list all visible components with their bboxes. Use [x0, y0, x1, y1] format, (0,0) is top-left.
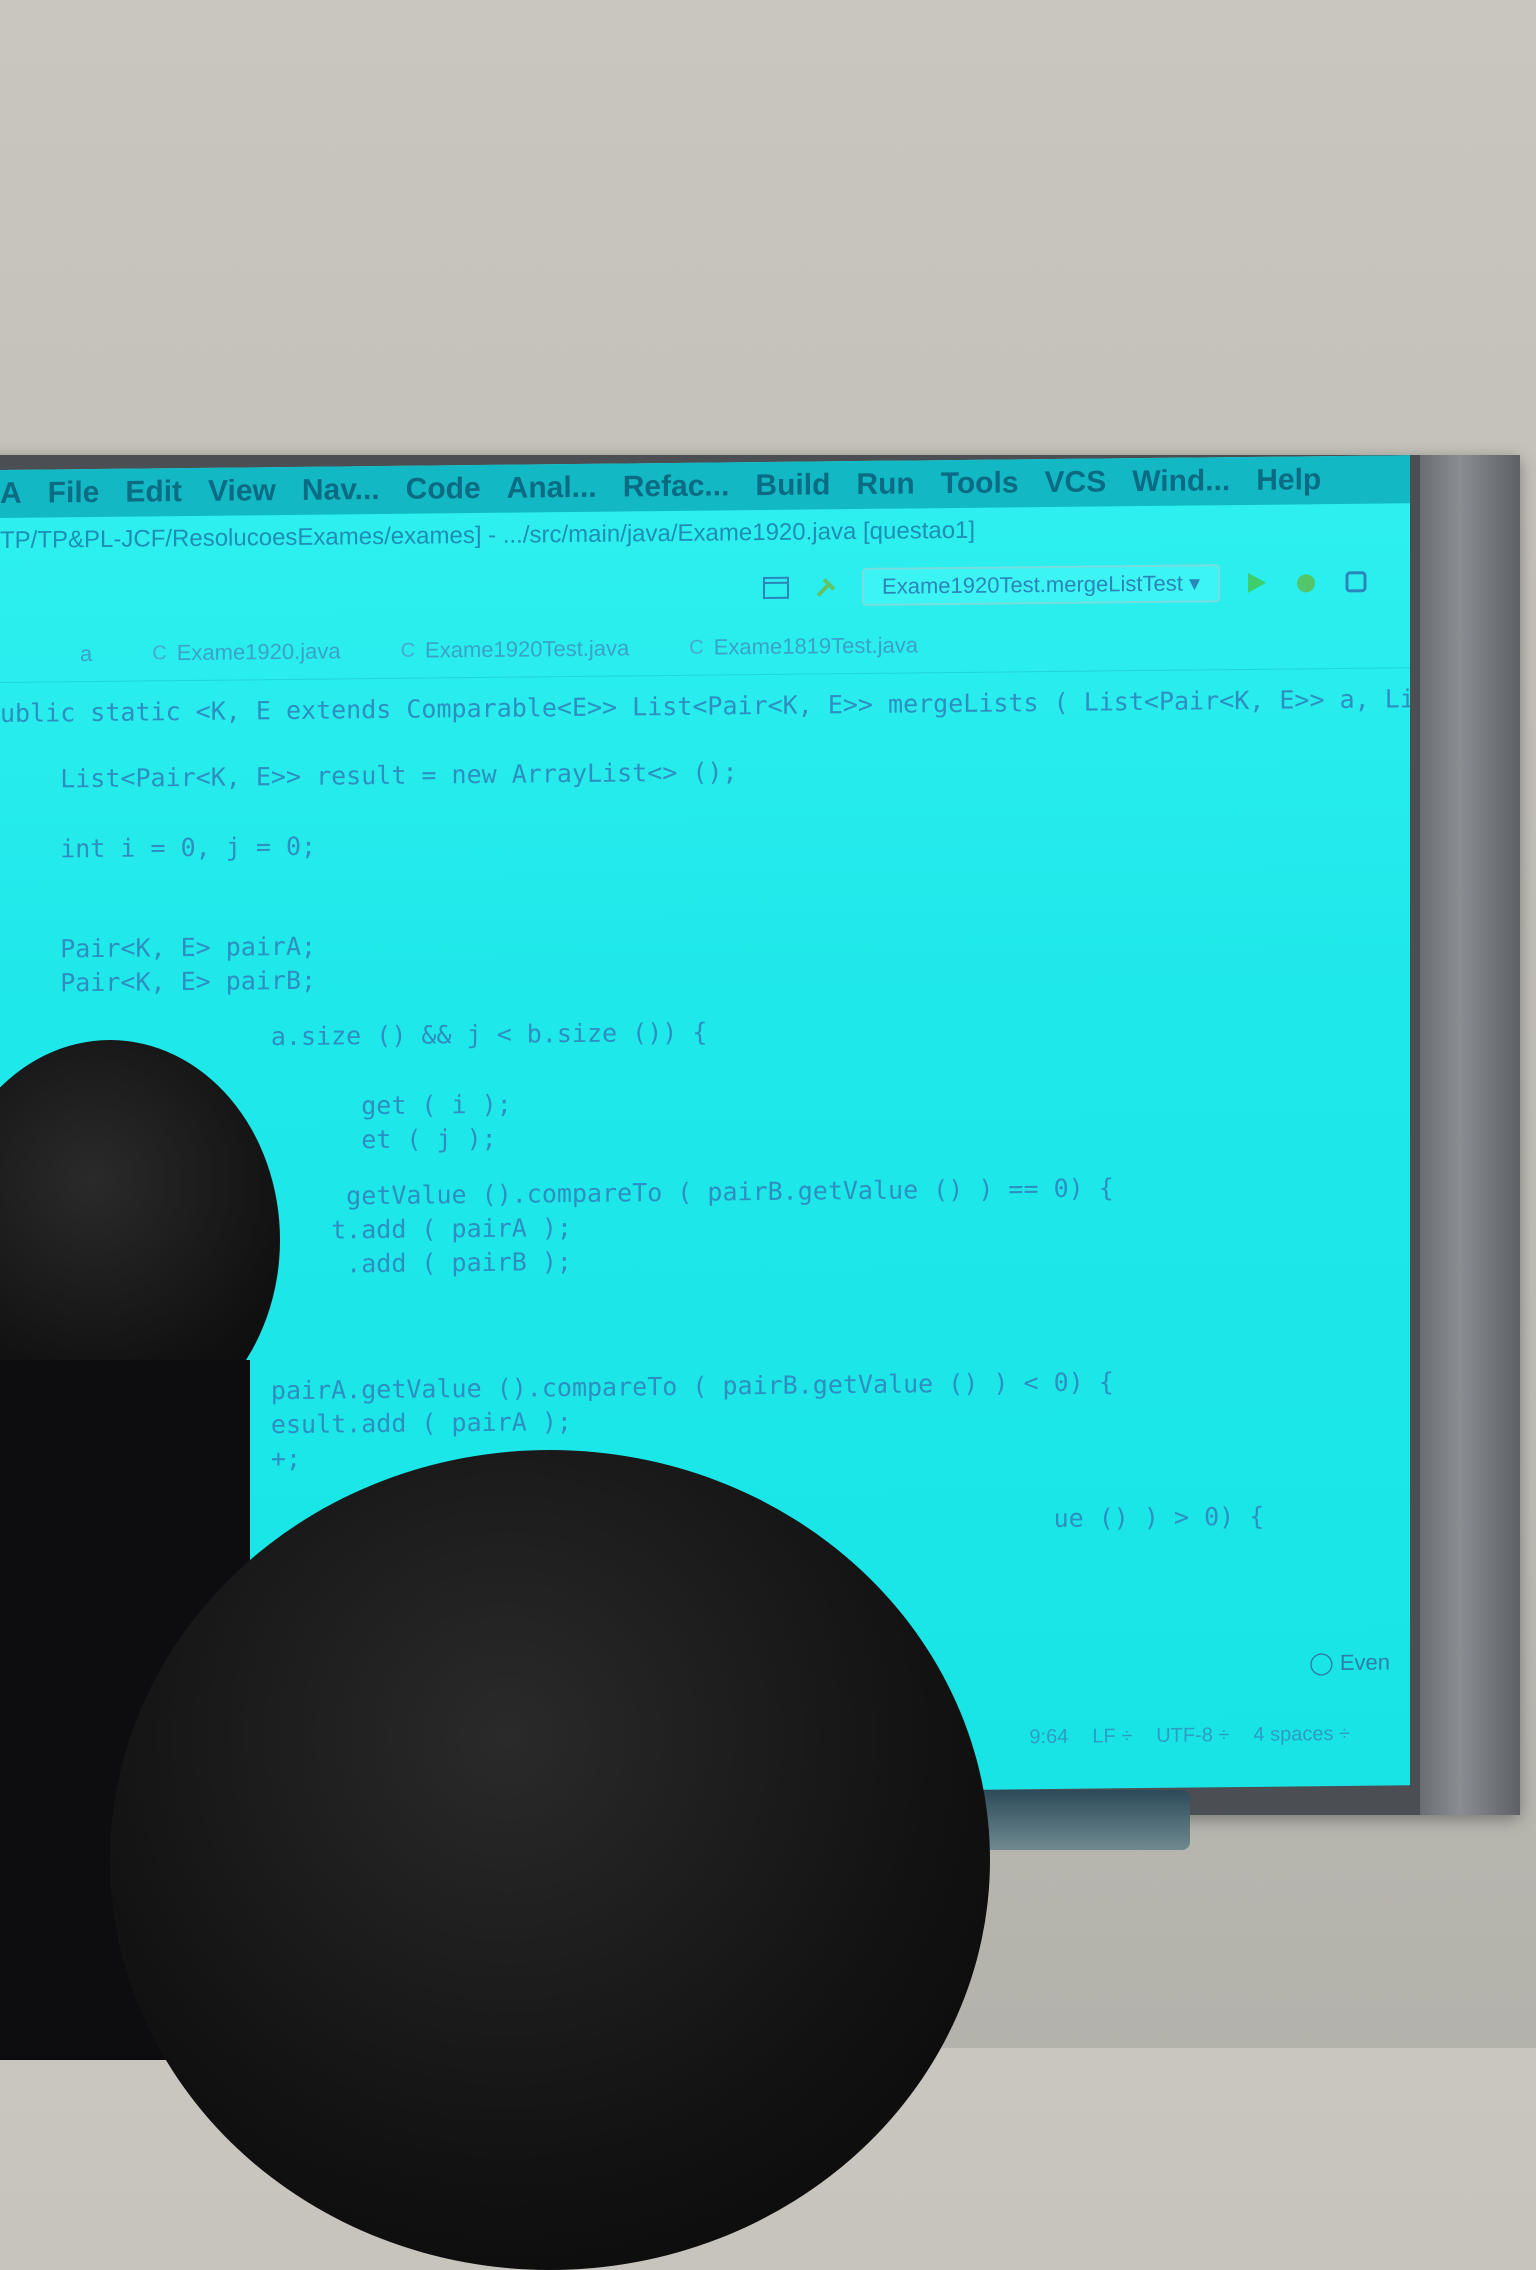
status-bar: 9:64 LF ÷ UTF-8 ÷ 4 spaces ÷: [1029, 1723, 1350, 1749]
audience-head-silhouette: [110, 1450, 990, 2270]
run-icon[interactable]: [1242, 569, 1270, 597]
code-line: List<Pair<K, E>> result = new ArrayList<…: [0, 757, 738, 799]
hammer-build-icon[interactable]: [812, 573, 840, 601]
coverage-icon[interactable]: [1342, 568, 1370, 596]
file-encoding[interactable]: UTF-8 ÷: [1156, 1724, 1229, 1748]
run-config-dropdown[interactable]: Exame1920Test.mergeListTest ▾: [862, 564, 1220, 606]
tab-exame1819test[interactable]: C Exame1819Test.java: [689, 632, 918, 660]
cursor-position[interactable]: 9:64: [1029, 1726, 1068, 1749]
menu-item-file[interactable]: File: [48, 476, 100, 511]
tab-previous[interactable]: a: [80, 641, 92, 667]
class-file-icon: C: [152, 642, 166, 665]
menu-item-run[interactable]: Run: [856, 467, 914, 502]
tab-label: Exame1819Test.java: [714, 632, 918, 660]
tab-label: Exame1920.java: [177, 638, 341, 666]
menu-item-analyze[interactable]: Anal...: [507, 471, 597, 506]
tab-exame1920test[interactable]: C Exame1920Test.java: [401, 635, 630, 663]
code-line: Pair<K, E> pairB;: [0, 966, 316, 1003]
window-icon[interactable]: [762, 574, 790, 602]
menu-item-tools[interactable]: Tools: [941, 466, 1019, 501]
code-line: int i = 0, j = 0;: [0, 832, 316, 869]
menu-item-code[interactable]: Code: [406, 472, 481, 507]
tab-label: a: [80, 641, 92, 667]
indent-setting[interactable]: 4 spaces ÷: [1253, 1723, 1350, 1747]
menu-item-navigate[interactable]: Nav...: [302, 473, 380, 508]
tab-exame1920[interactable]: C Exame1920.java: [152, 638, 340, 666]
class-file-icon: C: [401, 639, 415, 662]
code-line: ublic static <K, E extends Comparable<E>…: [0, 684, 1410, 733]
menu-item-help[interactable]: Help: [1256, 463, 1321, 498]
marker-tray: [970, 1790, 1190, 1850]
menu-item-window[interactable]: Wind...: [1132, 464, 1230, 499]
event-log-label: Even: [1340, 1649, 1390, 1675]
debug-icon[interactable]: [1292, 568, 1320, 596]
menu-item-refactor[interactable]: Refac...: [623, 469, 730, 504]
menu-item-vcs[interactable]: VCS: [1045, 465, 1107, 500]
menu-item-app[interactable]: A: [0, 477, 22, 511]
menu-item-edit[interactable]: Edit: [125, 475, 182, 510]
class-file-icon: C: [689, 636, 703, 659]
board-side-edge: [1420, 455, 1520, 1815]
event-log-icon: ◯: [1309, 1650, 1334, 1675]
event-log-indicator[interactable]: ◯ Even: [1309, 1649, 1390, 1676]
tab-label: Exame1920Test.java: [425, 635, 629, 663]
code-line: Pair<K, E> pairA;: [0, 932, 316, 969]
menu-item-view[interactable]: View: [208, 474, 276, 509]
line-separator[interactable]: LF ÷: [1092, 1725, 1132, 1748]
menu-item-build[interactable]: Build: [755, 468, 830, 503]
